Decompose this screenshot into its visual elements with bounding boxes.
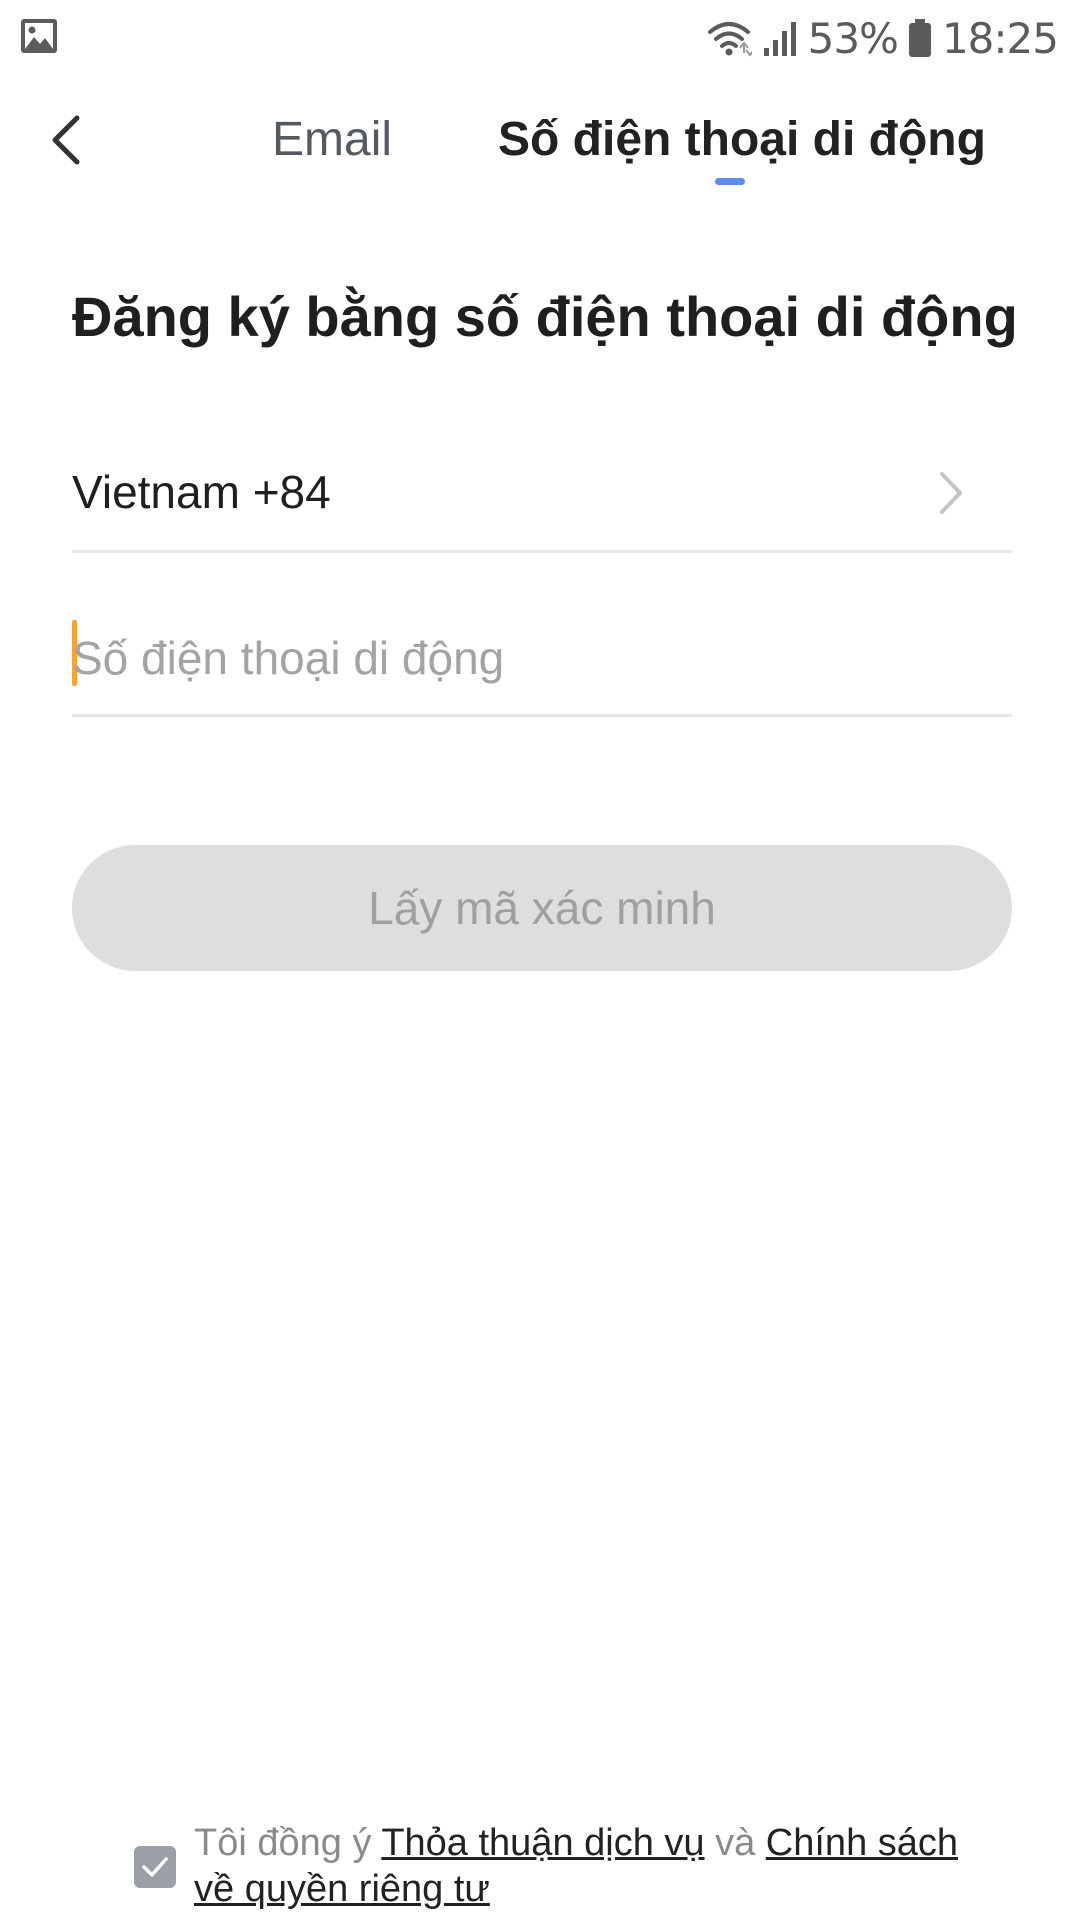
- agreement-prefix: Tôi đồng ý: [194, 1822, 382, 1864]
- tab-email[interactable]: Email: [272, 110, 392, 170]
- header: Email Số điện thoại di động: [0, 90, 1080, 200]
- get-verification-code-button[interactable]: Lấy mã xác minh: [72, 845, 1012, 971]
- agreement-checkbox[interactable]: [134, 1846, 176, 1888]
- chevron-left-icon: [52, 115, 80, 165]
- battery-percent: 53%: [807, 13, 899, 63]
- country-selector[interactable]: Vietnam +84: [72, 440, 1012, 553]
- country-label: Vietnam +84: [72, 466, 331, 518]
- active-tab-indicator: [715, 178, 745, 185]
- phone-number-input[interactable]: [72, 618, 1012, 698]
- status-indicators: 53% 18:25: [706, 10, 1059, 66]
- status-bar: 53% 18:25: [0, 0, 1080, 72]
- chevron-right-icon: [940, 472, 962, 514]
- wifi-icon: [707, 22, 752, 57]
- terms-of-service-link[interactable]: Thỏa thuận dịch vụ: [381, 1822, 704, 1864]
- page-title: Đăng ký bằng số điện thoại di động: [72, 285, 1018, 348]
- phone-field: [72, 606, 1012, 717]
- back-button[interactable]: [36, 108, 96, 172]
- clock: 18:25: [941, 13, 1059, 63]
- agreement-conjunction: và: [704, 1822, 766, 1864]
- agreement-text: Tôi đồng ý Thỏa thuận dịch vụ và Chính s…: [194, 1820, 994, 1912]
- tab-mobile-phone[interactable]: Số điện thoại di động: [498, 110, 986, 170]
- signal-icon: [763, 22, 796, 56]
- gallery-icon: [21, 19, 57, 53]
- battery-icon: [908, 19, 931, 57]
- check-icon: [142, 1857, 168, 1877]
